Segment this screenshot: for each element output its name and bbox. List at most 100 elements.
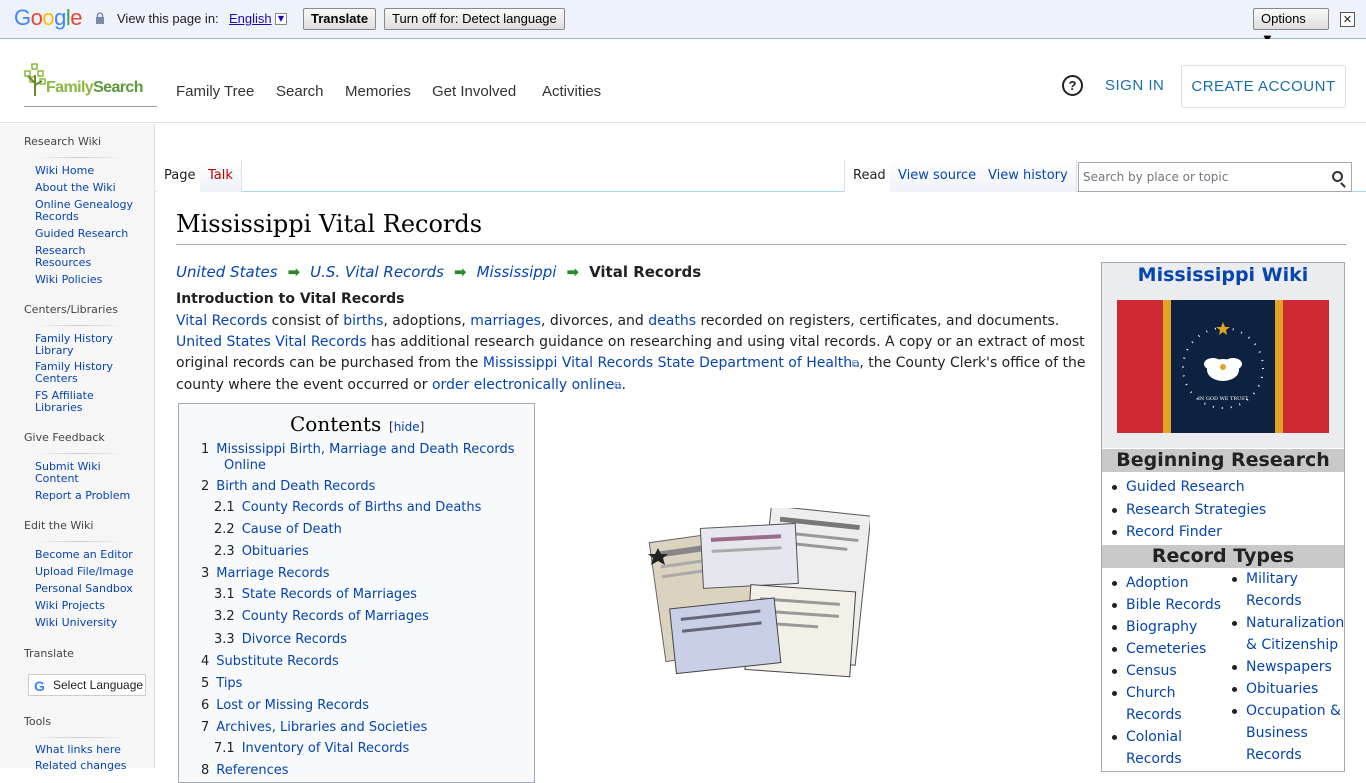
record-type-link[interactable]: Church bbox=[1112, 683, 1176, 704]
sidebar-link-sandbox[interactable]: Personal Sandbox bbox=[35, 583, 145, 595]
toc-item[interactable]: 1 Mississippi Birth, Marriage and Death R… bbox=[201, 442, 514, 458]
close-icon[interactable]: ✕ bbox=[1340, 12, 1355, 27]
record-type-link[interactable]: Records bbox=[1246, 745, 1302, 766]
record-type-link[interactable]: Records bbox=[1126, 749, 1182, 770]
vital-records-documents-image bbox=[648, 508, 870, 678]
toc-item[interactable]: 2 Birth and Death Records bbox=[201, 479, 375, 495]
divider bbox=[34, 157, 124, 158]
translate-button[interactable]: Translate bbox=[303, 8, 377, 30]
record-type-link[interactable]: Records bbox=[1246, 591, 1302, 612]
divider bbox=[34, 541, 124, 542]
toc-item[interactable]: 8 References bbox=[201, 763, 289, 779]
toc-item[interactable]: 7.1 Inventory of Vital Records bbox=[214, 741, 409, 757]
record-type-link[interactable]: Obituaries bbox=[1231, 679, 1318, 700]
link-births[interactable]: births bbox=[343, 313, 383, 329]
search-icon[interactable] bbox=[1332, 171, 1343, 182]
search-input[interactable]: Search by place or topic bbox=[1078, 162, 1352, 192]
record-type-link[interactable]: Records bbox=[1126, 705, 1182, 726]
link-us-vital-records[interactable]: United States Vital Records bbox=[176, 334, 366, 350]
sidebar-link-research-resources[interactable]: Research Resources bbox=[35, 245, 105, 269]
nav-search[interactable]: Search bbox=[276, 83, 324, 100]
sidebar-link-guided-research[interactable]: Guided Research bbox=[35, 228, 145, 240]
infobox-link-record-finder[interactable]: Record Finder bbox=[1112, 522, 1222, 543]
record-type-link[interactable]: Newspapers bbox=[1232, 657, 1332, 678]
sidebar-link-related-changes[interactable]: Related changes bbox=[35, 760, 145, 772]
sidebar-link-wiki-policies[interactable]: Wiki Policies bbox=[35, 274, 145, 286]
familysearch-logo[interactable]: FamilySearch bbox=[24, 63, 157, 107]
toc-item[interactable]: 5 Tips bbox=[201, 676, 242, 692]
toc-item-label: Archives, Libraries and Societies bbox=[216, 720, 428, 735]
link-ms-dept-health[interactable]: Mississippi Vital Records State Departme… bbox=[483, 355, 852, 371]
toc-item[interactable]: 6 Lost or Missing Records bbox=[201, 698, 369, 714]
toc-item[interactable]: 2.1 County Records of Births and Deaths bbox=[214, 500, 481, 516]
text: consist of bbox=[267, 313, 344, 329]
select-language-dropdown[interactable]: G Select Language bbox=[28, 674, 146, 696]
create-account-button[interactable]: CREATE ACCOUNT bbox=[1181, 65, 1346, 108]
sidebar-link-fhl[interactable]: Family History Library bbox=[35, 333, 115, 357]
sidebar-link-wiki-home[interactable]: Wiki Home bbox=[35, 165, 145, 177]
toc-item[interactable]: 2.3 Obituaries bbox=[214, 544, 309, 560]
tab-view-source[interactable]: View source bbox=[890, 160, 986, 192]
sidebar-link-online-records[interactable]: Online Genealogy Records bbox=[35, 199, 135, 223]
record-type-link[interactable]: Bible Records bbox=[1112, 595, 1221, 616]
nav-get-involved[interactable]: Get Involved bbox=[432, 83, 516, 100]
infobox-title[interactable]: Mississippi Wiki Topics bbox=[1102, 263, 1344, 310]
link-marriages[interactable]: marriages bbox=[470, 313, 541, 329]
breadcrumb-united-states[interactable]: United States bbox=[176, 263, 278, 281]
tab-read[interactable]: Read bbox=[844, 160, 895, 192]
nav-family-tree[interactable]: Family Tree bbox=[176, 83, 254, 100]
lock-icon bbox=[96, 12, 104, 24]
toc-item[interactable]: 3.3 Divorce Records bbox=[214, 632, 347, 648]
divider bbox=[34, 325, 124, 326]
tab-page[interactable]: Page bbox=[156, 160, 205, 192]
toc-hide-link[interactable]: hide bbox=[394, 420, 420, 434]
record-type-link[interactable]: Census bbox=[1112, 661, 1177, 682]
breadcrumb-us-vital-records[interactable]: U.S. Vital Records bbox=[310, 263, 444, 281]
sidebar-link-wiki-university[interactable]: Wiki University bbox=[35, 617, 145, 629]
sidebar-link-fhc[interactable]: Family History Centers bbox=[35, 361, 115, 385]
record-type-link[interactable]: Occupation & bbox=[1232, 701, 1341, 722]
infobox-link-guided-research[interactable]: Guided Research bbox=[1112, 477, 1245, 498]
options-button[interactable]: Options ▼ bbox=[1253, 8, 1329, 46]
record-type-link[interactable]: Colonial bbox=[1111, 727, 1182, 748]
link-deaths[interactable]: deaths bbox=[648, 313, 696, 329]
record-type-link[interactable]: Cemeteries bbox=[1111, 639, 1206, 660]
toc-item[interactable]: Online bbox=[217, 458, 266, 474]
tab-view-history[interactable]: View history bbox=[980, 160, 1077, 192]
turn-off-button[interactable]: Turn off for: Detect language bbox=[384, 8, 565, 30]
sidebar-link-upload[interactable]: Upload File/Image bbox=[35, 566, 145, 578]
toc-item[interactable]: 2.2 Cause of Death bbox=[214, 522, 342, 538]
sidebar-link-affiliate[interactable]: FS Affiliate Libraries bbox=[35, 390, 115, 414]
toc-item[interactable]: 3.2 County Records of Marriages bbox=[214, 609, 429, 625]
record-type-link[interactable]: Adoption bbox=[1112, 573, 1189, 594]
toc-number: 2 bbox=[201, 479, 210, 494]
sidebar-link-about-wiki[interactable]: About the Wiki bbox=[35, 182, 145, 194]
nav-activities[interactable]: Activities bbox=[542, 83, 601, 100]
record-type-link[interactable]: Military bbox=[1232, 569, 1298, 590]
nav-memories[interactable]: Memories bbox=[345, 83, 411, 100]
sidebar-link-report-problem[interactable]: Report a Problem bbox=[35, 490, 145, 502]
record-type-link[interactable]: Business bbox=[1246, 723, 1308, 744]
toc-item[interactable]: 7 Archives, Libraries and Societies bbox=[201, 720, 427, 736]
language-dropdown-icon[interactable]: ▼ bbox=[275, 13, 287, 25]
link-order-online[interactable]: order electronically online bbox=[432, 377, 614, 393]
link-vital-records[interactable]: Vital Records bbox=[176, 313, 267, 329]
toc-item[interactable]: 4 Substitute Records bbox=[201, 654, 339, 670]
infobox-link-research-strategies[interactable]: Research Strategies bbox=[1111, 500, 1266, 521]
language-link[interactable]: English bbox=[229, 11, 272, 26]
help-icon[interactable]: ? bbox=[1062, 75, 1083, 96]
tab-talk[interactable]: Talk bbox=[200, 160, 242, 192]
toc-hide-toggle[interactable]: [hide] bbox=[389, 420, 424, 434]
record-type-link[interactable]: & Citizenship bbox=[1246, 635, 1338, 656]
sidebar-link-what-links-here[interactable]: What links here bbox=[35, 744, 145, 756]
sign-in-link[interactable]: SIGN IN bbox=[1105, 77, 1164, 94]
sidebar-link-submit-content[interactable]: Submit Wiki Content bbox=[35, 461, 115, 485]
breadcrumb-current: Vital Records bbox=[589, 263, 702, 281]
breadcrumb-mississippi[interactable]: Mississippi bbox=[477, 263, 557, 281]
record-type-link[interactable]: Naturalization bbox=[1231, 613, 1344, 634]
sidebar-link-become-editor[interactable]: Become an Editor bbox=[35, 549, 145, 561]
sidebar-link-wiki-projects[interactable]: Wiki Projects bbox=[35, 600, 145, 612]
record-type-link[interactable]: Biography bbox=[1111, 617, 1197, 638]
toc-item[interactable]: 3 Marriage Records bbox=[201, 566, 330, 582]
toc-item[interactable]: 3.1 State Records of Marriages bbox=[214, 587, 417, 603]
